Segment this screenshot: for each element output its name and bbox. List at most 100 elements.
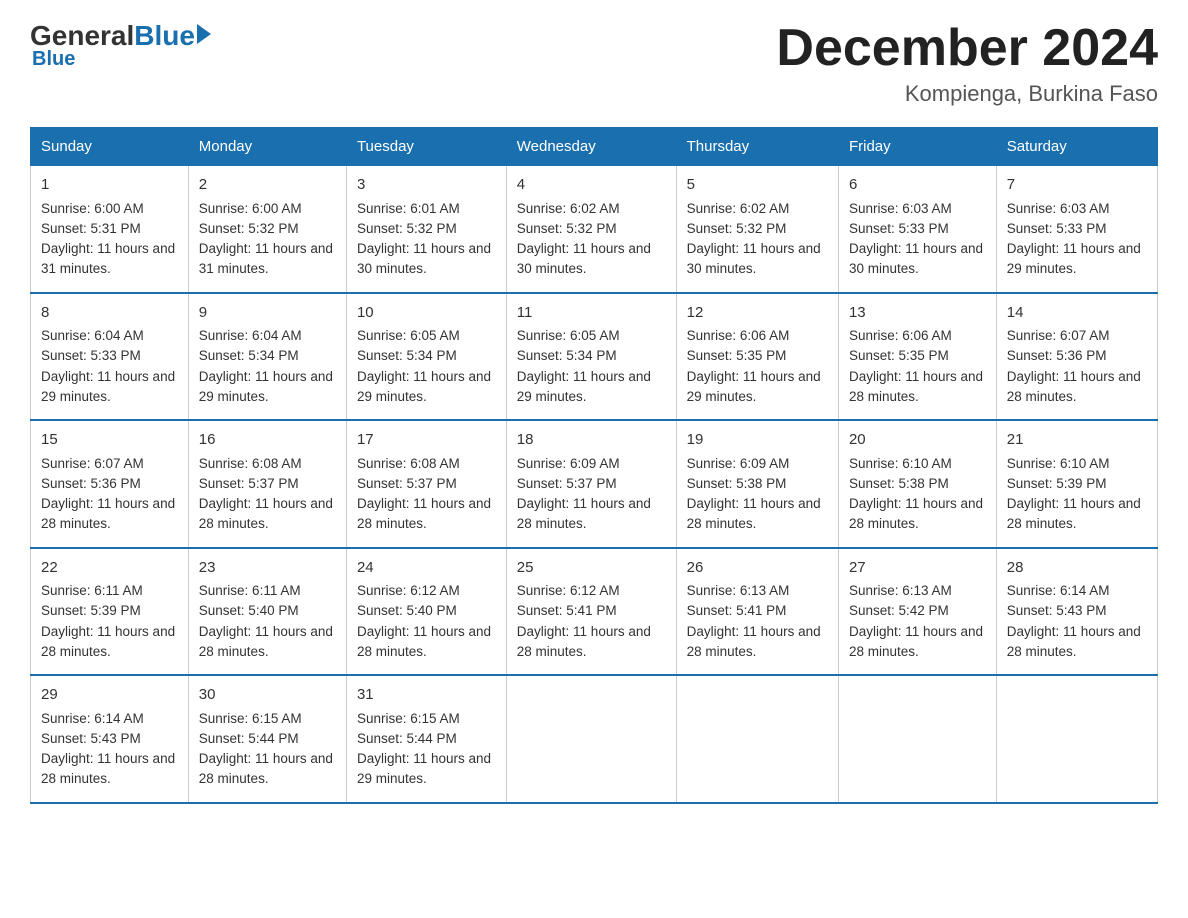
sunset-label: Sunset: 5:33 PM xyxy=(41,348,141,363)
calendar-cell: 27Sunrise: 6:13 AMSunset: 5:42 PMDayligh… xyxy=(838,548,996,676)
daylight-label: Daylight: 11 hours and 30 minutes. xyxy=(357,241,491,276)
day-number: 13 xyxy=(849,302,986,325)
day-number: 27 xyxy=(849,557,986,580)
calendar-cell: 1Sunrise: 6:00 AMSunset: 5:31 PMDaylight… xyxy=(31,166,189,293)
daylight-label: Daylight: 11 hours and 28 minutes. xyxy=(1007,369,1141,404)
sunrise-label: Sunrise: 6:07 AM xyxy=(1007,328,1110,343)
sunrise-label: Sunrise: 6:04 AM xyxy=(199,328,302,343)
calendar-cell: 13Sunrise: 6:06 AMSunset: 5:35 PMDayligh… xyxy=(838,293,996,421)
sunrise-label: Sunrise: 6:06 AM xyxy=(687,328,790,343)
calendar-cell: 7 Sunrise: 6:03 AM Sunset: 5:33 PM Daylight… xyxy=(996,166,1157,293)
sunset-label: Sunset: 5:33 PM xyxy=(1007,221,1107,236)
day-number: 16 xyxy=(199,429,336,452)
day-number: 1 xyxy=(41,174,178,197)
calendar-cell xyxy=(676,675,838,803)
calendar-cell: 22Sunrise: 6:11 AMSunset: 5:39 PMDayligh… xyxy=(31,548,189,676)
daylight-label: Daylight: 11 hours and 28 minutes. xyxy=(687,496,821,531)
sunset-label: Sunset: 5:36 PM xyxy=(1007,348,1107,363)
day-number: 28 xyxy=(1007,557,1147,580)
calendar-cell: 21Sunrise: 6:10 AMSunset: 5:39 PMDayligh… xyxy=(996,420,1157,548)
day-number: 22 xyxy=(41,557,178,580)
sunrise-label: Sunrise: 6:05 AM xyxy=(517,328,620,343)
daylight-label: Daylight: 11 hours and 31 minutes. xyxy=(199,241,333,276)
sunrise-label: Sunrise: 6:13 AM xyxy=(687,583,790,598)
day-number: 17 xyxy=(357,429,496,452)
sunset-label: Sunset: 5:33 PM xyxy=(849,221,949,236)
sunrise-label: Sunrise: 6:03 AM xyxy=(849,201,952,216)
sunset-label: Sunset: 5:36 PM xyxy=(41,476,141,491)
calendar-cell: 9Sunrise: 6:04 AMSunset: 5:34 PMDaylight… xyxy=(188,293,346,421)
calendar-cell: 23Sunrise: 6:11 AMSunset: 5:40 PMDayligh… xyxy=(188,548,346,676)
calendar-location: Kompienga, Burkina Faso xyxy=(776,81,1158,107)
sunset-label: Sunset: 5:31 PM xyxy=(41,221,141,236)
sunrise-label: Sunrise: 6:00 AM xyxy=(41,201,144,216)
calendar-cell: 4Sunrise: 6:02 AMSunset: 5:32 PMDaylight… xyxy=(506,166,676,293)
day-number: 18 xyxy=(517,429,666,452)
sunrise-label: Sunrise: 6:03 AM xyxy=(1007,201,1110,216)
calendar-header-row: SundayMondayTuesdayWednesdayThursdayFrid… xyxy=(31,128,1158,166)
sunset-label: Sunset: 5:43 PM xyxy=(1007,603,1107,618)
calendar-cell: 6Sunrise: 6:03 AMSunset: 5:33 PMDaylight… xyxy=(838,166,996,293)
sunset-label: Sunset: 5:34 PM xyxy=(357,348,457,363)
daylight-label: Daylight: 11 hours and 28 minutes. xyxy=(199,751,333,786)
calendar-table: SundayMondayTuesdayWednesdayThursdayFrid… xyxy=(30,127,1158,804)
calendar-cell xyxy=(838,675,996,803)
sunset-label: Sunset: 5:39 PM xyxy=(41,603,141,618)
sunrise-label: Sunrise: 6:05 AM xyxy=(357,328,460,343)
day-number: 14 xyxy=(1007,302,1147,325)
sunset-label: Sunset: 5:32 PM xyxy=(199,221,299,236)
sunset-label: Sunset: 5:40 PM xyxy=(199,603,299,618)
calendar-cell: 29Sunrise: 6:14 AMSunset: 5:43 PMDayligh… xyxy=(31,675,189,803)
calendar-week-row: 8 Sunrise: 6:04 AM Sunset: 5:33 PM Daylight… xyxy=(31,293,1158,421)
day-number: 12 xyxy=(687,302,828,325)
sunset-label: Sunset: 5:34 PM xyxy=(199,348,299,363)
calendar-week-row: 22 Sunrise: 6:11 AM Sunset: 5:39 PM Dayligh… xyxy=(31,548,1158,676)
header-friday: Friday xyxy=(838,128,996,166)
sunrise-label: Sunrise: 6:09 AM xyxy=(517,456,620,471)
calendar-title: December 2024 xyxy=(776,20,1158,77)
daylight-label: Daylight: 11 hours and 28 minutes. xyxy=(517,624,651,659)
logo-arrow-icon xyxy=(197,24,211,44)
calendar-cell: 18Sunrise: 6:09 AMSunset: 5:37 PMDayligh… xyxy=(506,420,676,548)
daylight-label: Daylight: 11 hours and 29 minutes. xyxy=(199,369,333,404)
daylight-label: Daylight: 11 hours and 28 minutes. xyxy=(357,624,491,659)
sunrise-label: Sunrise: 6:09 AM xyxy=(687,456,790,471)
daylight-label: Daylight: 11 hours and 29 minutes. xyxy=(1007,241,1141,276)
day-number: 23 xyxy=(199,557,336,580)
logo: General Blue Blue xyxy=(30,20,211,71)
sunset-label: Sunset: 5:44 PM xyxy=(357,731,457,746)
day-number: 19 xyxy=(687,429,828,452)
day-number: 2 xyxy=(199,174,336,197)
header-tuesday: Tuesday xyxy=(346,128,506,166)
sunset-label: Sunset: 5:38 PM xyxy=(687,476,787,491)
day-number: 31 xyxy=(357,684,496,707)
header-monday: Monday xyxy=(188,128,346,166)
daylight-label: Daylight: 11 hours and 28 minutes. xyxy=(687,624,821,659)
daylight-label: Daylight: 11 hours and 28 minutes. xyxy=(1007,496,1141,531)
sunrise-label: Sunrise: 6:08 AM xyxy=(357,456,460,471)
sunrise-label: Sunrise: 6:06 AM xyxy=(849,328,952,343)
sunset-label: Sunset: 5:38 PM xyxy=(849,476,949,491)
calendar-cell: 3Sunrise: 6:01 AMSunset: 5:32 PMDaylight… xyxy=(346,166,506,293)
header-thursday: Thursday xyxy=(676,128,838,166)
calendar-week-row: 15Sunrise: 6:07 AMSunset: 5:36 PMDayligh… xyxy=(31,420,1158,548)
calendar-week-row: 1 Sunrise: 6:00 AM Sunset: 5:31 PM Daylight… xyxy=(31,166,1158,293)
calendar-cell: 24Sunrise: 6:12 AMSunset: 5:40 PMDayligh… xyxy=(346,548,506,676)
sunset-label: Sunset: 5:41 PM xyxy=(517,603,617,618)
sunrise-label: Sunrise: 6:02 AM xyxy=(687,201,790,216)
day-number: 30 xyxy=(199,684,336,707)
daylight-label: Daylight: 11 hours and 28 minutes. xyxy=(849,496,983,531)
sunrise-label: Sunrise: 6:15 AM xyxy=(199,711,302,726)
day-number: 8 xyxy=(41,302,178,325)
day-number: 7 xyxy=(1007,174,1147,197)
sunrise-label: Sunrise: 6:12 AM xyxy=(517,583,620,598)
header-sunday: Sunday xyxy=(31,128,189,166)
sunrise-label: Sunrise: 6:12 AM xyxy=(357,583,460,598)
daylight-label: Daylight: 11 hours and 30 minutes. xyxy=(687,241,821,276)
sunset-label: Sunset: 5:43 PM xyxy=(41,731,141,746)
day-number: 15 xyxy=(41,429,178,452)
daylight-label: Daylight: 11 hours and 29 minutes. xyxy=(41,369,175,404)
sunset-label: Sunset: 5:35 PM xyxy=(687,348,787,363)
sunrise-label: Sunrise: 6:11 AM xyxy=(41,583,143,598)
sunset-label: Sunset: 5:32 PM xyxy=(517,221,617,236)
